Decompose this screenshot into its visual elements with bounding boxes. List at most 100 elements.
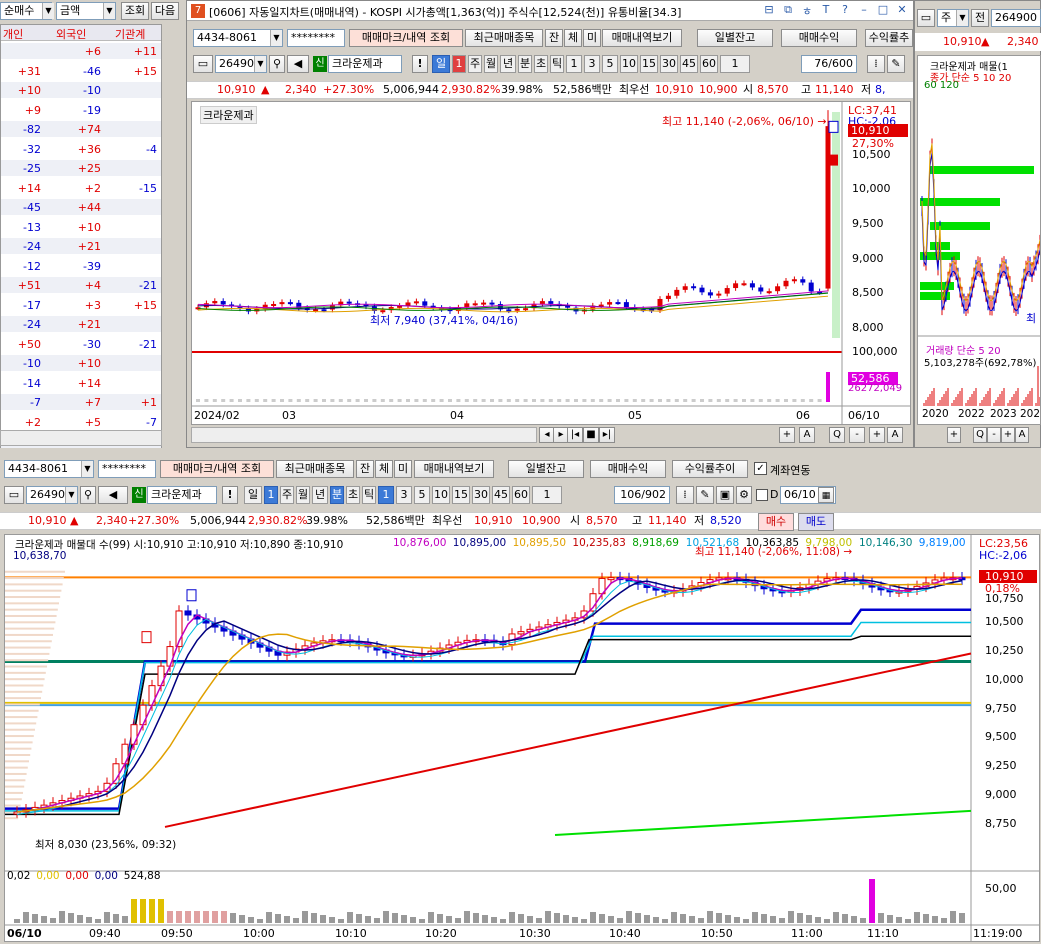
text-tool-icon[interactable]: A [799, 427, 815, 443]
zoom-in-icon[interactable]: + [947, 427, 961, 443]
day-count[interactable]: 1 [452, 55, 466, 73]
layout-icon[interactable]: ▭ [4, 486, 24, 504]
password-field[interactable]: ******** [287, 29, 345, 47]
min-15[interactable]: 15 [452, 486, 470, 504]
chart-tools-icon[interactable]: ⁞ [676, 486, 694, 504]
last-icon[interactable]: ▸| [599, 427, 615, 443]
min-10[interactable]: 10 [620, 55, 638, 73]
min-1[interactable]: 1 [378, 486, 394, 504]
balance-tab-button[interactable]: 잔 [356, 460, 374, 478]
next-button[interactable]: 다음 [151, 2, 179, 20]
horizontal-scrollbar[interactable] [0, 430, 162, 446]
recent-trades-button[interactable]: 최근매매종목 [276, 460, 354, 478]
filled-tab-button[interactable]: 체 [564, 29, 582, 47]
pin-icon[interactable]: ⊟ [761, 3, 777, 16]
profit-rate-button[interactable]: 수익률추 [865, 29, 913, 47]
help-icon[interactable]: ? [837, 3, 853, 16]
first-icon[interactable]: |◂ [567, 427, 583, 443]
tab-year[interactable]: 년 [312, 486, 328, 504]
chevron-down-icon[interactable]: ▼ [42, 3, 54, 19]
trade-profit-button[interactable]: 매매수익 [590, 460, 666, 478]
day-count[interactable]: 1 [264, 486, 278, 504]
sell-button[interactable]: 매도 [798, 513, 834, 531]
close-icon[interactable]: ✕ [894, 3, 910, 16]
min-45[interactable]: 45 [492, 486, 510, 504]
bar-count-field[interactable]: 106/902 [614, 486, 670, 504]
min-60[interactable]: 60 [700, 55, 718, 73]
daily-balance-button[interactable]: 일별잔고 [697, 29, 773, 47]
search-icon[interactable]: ⚲ [269, 55, 285, 73]
tab-month[interactable]: 월 [296, 486, 310, 504]
font-icon[interactable]: ㅎ [799, 3, 815, 19]
chevron-down-icon[interactable]: ▼ [65, 487, 77, 503]
min-3[interactable]: 3 [584, 55, 600, 73]
min-15[interactable]: 15 [640, 55, 658, 73]
stop-icon[interactable]: ■ [583, 427, 599, 443]
save-icon[interactable]: ▣ [716, 486, 734, 504]
search-icon[interactable]: ⚲ [80, 486, 96, 504]
buy-button[interactable]: 매수 [758, 513, 794, 531]
weekly-chart[interactable]: 크라운제과 매물(1 종가 단순 5 10 20 60 120 최 거래량 단순… [917, 55, 1041, 425]
chart-scrollbar[interactable] [191, 427, 537, 443]
search-icon[interactable]: Q [973, 427, 987, 443]
intraday-chart[interactable]: 크라운제과 매물대 수(99) 시:10,910 고:10,910 저:10,8… [4, 534, 1040, 942]
account-link-checkbox[interactable]: ✓ [754, 462, 767, 475]
layout-icon[interactable]: ▭ [193, 55, 213, 73]
min-5[interactable]: 5 [602, 55, 618, 73]
font-icon[interactable]: A [887, 427, 903, 443]
speaker-icon[interactable]: ◀ [287, 55, 309, 73]
font-icon[interactable]: A [1015, 427, 1029, 443]
layout-icon[interactable]: ▭ [917, 9, 935, 27]
tab-minute[interactable]: 분 [330, 486, 344, 504]
min-45[interactable]: 45 [680, 55, 698, 73]
prev-label-button[interactable]: 전 [971, 9, 989, 27]
trade-mark-query-button[interactable]: 매매마크/내역 조회 [349, 29, 463, 47]
min-1[interactable]: 1 [566, 55, 582, 73]
chevron-down-icon[interactable]: ▼ [254, 56, 266, 72]
chart-tools-icon[interactable]: ⁞ [867, 55, 885, 73]
custom-interval[interactable]: 1 [720, 55, 750, 73]
tab-day[interactable]: 일 [244, 486, 262, 504]
unfilled-tab-button[interactable]: 미 [394, 460, 412, 478]
chart-edit-icon[interactable]: ✎ [696, 486, 714, 504]
min-10[interactable]: 10 [432, 486, 450, 504]
tab-week[interactable]: 주 [468, 55, 482, 73]
tab-tick[interactable]: 틱 [550, 55, 564, 73]
zoom-in-icon[interactable]: + [779, 427, 795, 443]
calendar-icon[interactable]: ▦ [818, 487, 834, 503]
weekly-code-field[interactable]: 264900 [991, 9, 1041, 27]
unfilled-tab-button[interactable]: 미 [583, 29, 601, 47]
min-30[interactable]: 30 [472, 486, 490, 504]
profit-rate-button[interactable]: 수익률추이 [672, 460, 748, 478]
plus-icon[interactable]: + [1001, 427, 1015, 443]
min-60[interactable]: 60 [512, 486, 530, 504]
gear-icon[interactable]: ⚙ [736, 486, 752, 504]
chevron-down-icon[interactable]: ▼ [956, 10, 968, 26]
text-icon[interactable]: T [818, 3, 834, 16]
password-field[interactable]: ******** [98, 460, 156, 478]
custom-interval[interactable]: 1 [532, 486, 562, 504]
maximize-icon[interactable]: □ [875, 3, 891, 16]
daily-balance-button[interactable]: 일별잔고 [508, 460, 584, 478]
tab-month[interactable]: 월 [484, 55, 498, 73]
chevron-down-icon[interactable]: ▼ [81, 461, 93, 477]
plus-icon[interactable]: + [869, 427, 885, 443]
bar-count-field[interactable]: 76/600 [801, 55, 857, 73]
trade-history-button[interactable]: 매매내역보기 [602, 29, 682, 47]
trade-mark-query-button[interactable]: 매매마크/내역 조회 [160, 460, 274, 478]
query-button[interactable]: 조회 [121, 2, 149, 20]
min-5[interactable]: 5 [414, 486, 430, 504]
tab-tick[interactable]: 틱 [362, 486, 376, 504]
chevron-down-icon[interactable]: ▼ [103, 3, 115, 19]
daily-chart[interactable]: 크라운제과 최고 11,140 (-2,06%, 06/10) → 최저 7,9… [191, 101, 911, 425]
tab-second[interactable]: 초 [534, 55, 548, 73]
chevron-down-icon[interactable]: ▼ [270, 30, 282, 46]
minus-icon[interactable]: - [987, 427, 1001, 443]
tab-day[interactable]: 일 [432, 55, 450, 73]
date-checkbox[interactable] [756, 489, 768, 501]
recent-trades-button[interactable]: 최근매매종목 [465, 29, 543, 47]
speaker-icon[interactable]: ◀ [98, 486, 128, 504]
tab-week[interactable]: 주 [280, 486, 294, 504]
tab-second[interactable]: 초 [346, 486, 360, 504]
restore-icon[interactable]: ⧉ [780, 3, 796, 17]
